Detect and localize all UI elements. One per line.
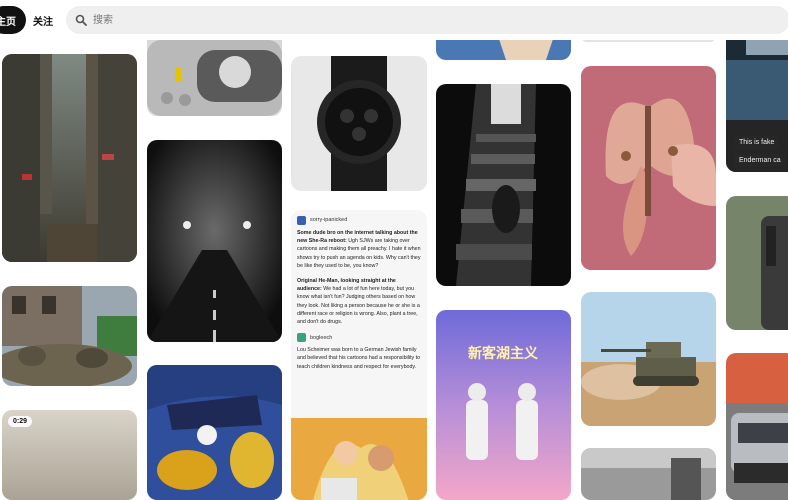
pin-water-scene[interactable]: This is fake Enderman ca bbox=[726, 30, 788, 172]
pin-foggy-road[interactable] bbox=[147, 140, 282, 342]
tab-home-label: 主页 bbox=[0, 16, 16, 28]
pin-poster[interactable]: 新客湖主义 bbox=[436, 310, 571, 500]
pin-phone[interactable] bbox=[726, 196, 788, 330]
search-icon bbox=[75, 14, 87, 26]
post-username: bogleech bbox=[310, 334, 333, 341]
top-bar: 主页 关注 bbox=[0, 0, 788, 40]
pin-video[interactable]: 0:29 bbox=[2, 410, 137, 500]
pin-city-street[interactable] bbox=[2, 54, 137, 262]
pin-moth[interactable] bbox=[581, 66, 716, 270]
pin-device[interactable] bbox=[147, 30, 282, 116]
pin-text-post[interactable]: sorry-ipanicked Some dude bro on the int… bbox=[291, 210, 427, 500]
avatar bbox=[297, 333, 306, 343]
avatar bbox=[297, 216, 306, 225]
pin-soldiers[interactable] bbox=[2, 286, 137, 386]
cartoon-image bbox=[291, 418, 427, 500]
pin-tank[interactable] bbox=[581, 292, 716, 426]
pin-illustration[interactable] bbox=[147, 365, 282, 500]
pin-car[interactable] bbox=[726, 353, 788, 500]
search-bar[interactable] bbox=[66, 6, 788, 34]
comment-chip[interactable]: Enderman ca bbox=[734, 154, 786, 167]
video-duration-badge: 0:29 bbox=[8, 416, 33, 427]
poster-title: 新客湖主义 bbox=[468, 345, 538, 362]
post-username: sorry-ipanicked bbox=[310, 217, 348, 224]
pin-bw-photo[interactable] bbox=[581, 448, 716, 500]
tab-following[interactable]: 关注 bbox=[33, 6, 53, 34]
comment-chip[interactable]: This is fake bbox=[734, 136, 780, 149]
search-input[interactable] bbox=[91, 13, 695, 27]
post-text: Lou Scheimer was born to a German Jewish… bbox=[297, 347, 421, 370]
pin-stairs[interactable] bbox=[436, 84, 571, 286]
tab-home[interactable]: 主页 bbox=[0, 6, 26, 34]
pin-watch[interactable] bbox=[291, 56, 427, 191]
tab-following-label: 关注 bbox=[33, 16, 53, 28]
